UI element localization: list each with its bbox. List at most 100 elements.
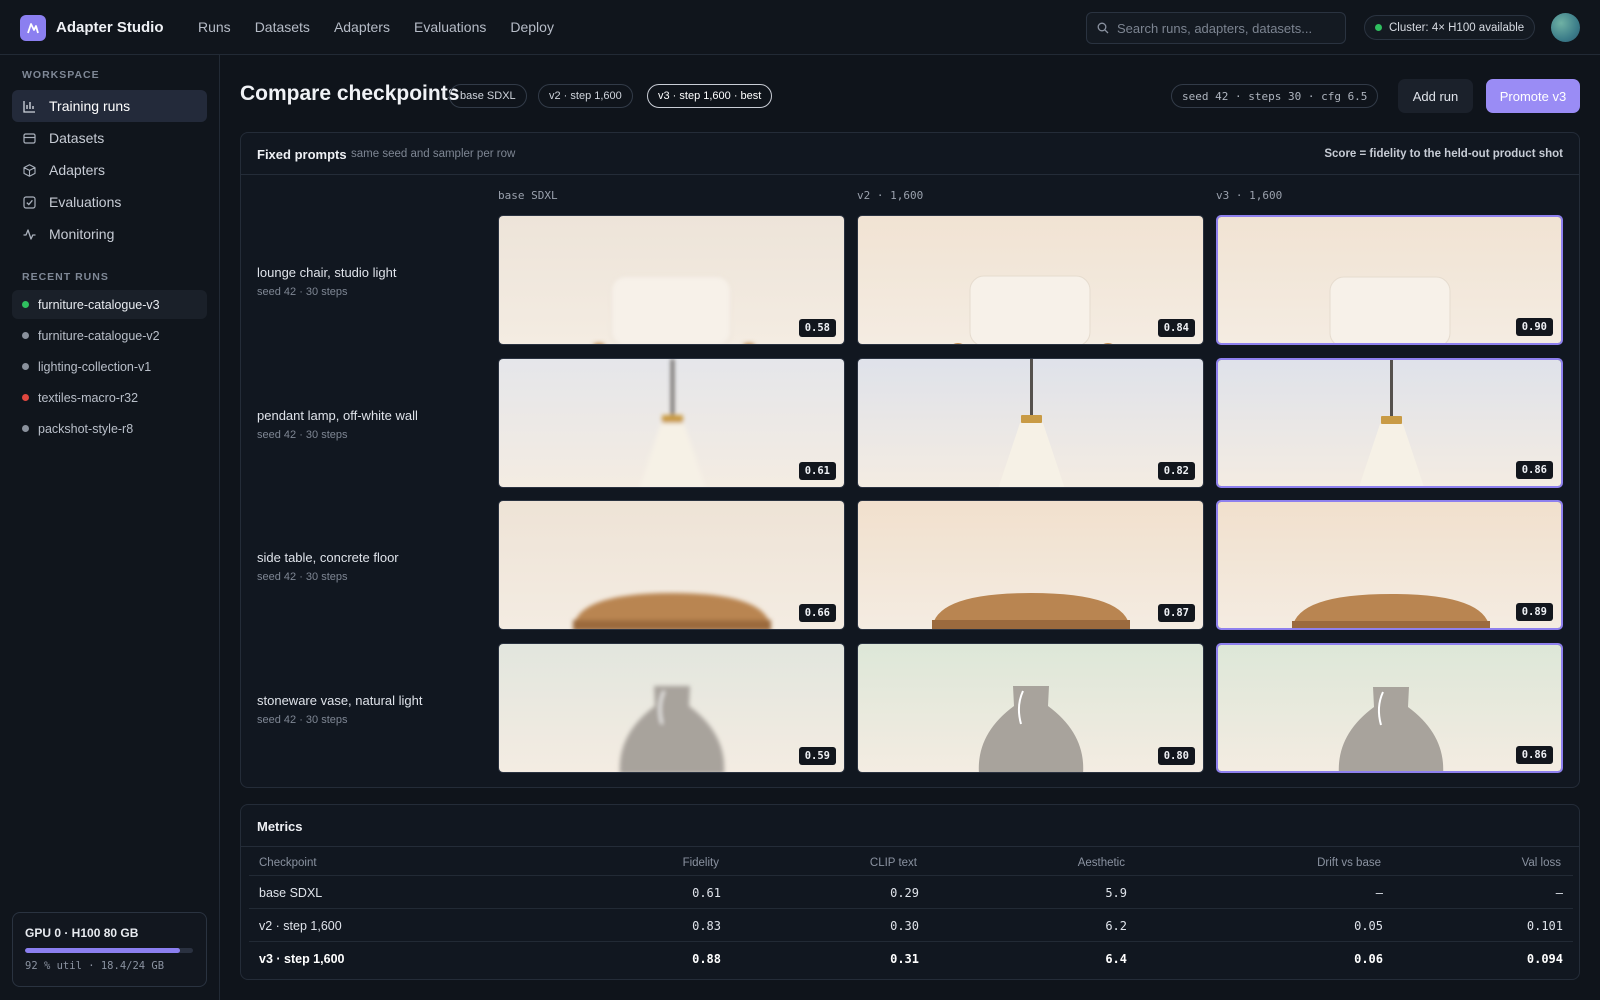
gpu-utilization-fill <box>25 948 180 953</box>
pulse-icon <box>23 228 36 240</box>
fidelity-score-badge: 0.80 <box>1157 747 1195 765</box>
recent-runs-label: RECENT RUNS <box>22 271 109 283</box>
column-header: base SDXL <box>498 189 558 202</box>
sidebar-item-label: Monitoring <box>49 226 115 242</box>
sidebar-item-datasets[interactable]: Datasets <box>12 122 207 154</box>
recent-run-item[interactable]: lighting-collection-v1 <box>12 352 207 381</box>
metrics-cell: 0.06 <box>1354 952 1383 966</box>
metrics-cell-checkpoint: v2 · step 1,600 <box>259 919 342 933</box>
metrics-header: Drift vs base <box>1317 857 1381 869</box>
run-status-dot <box>22 394 29 401</box>
checkbox-icon <box>23 195 36 209</box>
prompt-meta: seed 42 · 30 steps <box>257 429 348 441</box>
generated-image-tile[interactable]: 0.87 <box>857 500 1204 630</box>
metrics-row[interactable]: v3 · step 1,600 0.88 0.31 6.4 0.06 0.094 <box>249 941 1573 974</box>
generated-image-tile[interactable]: 0.90 <box>1216 215 1563 345</box>
metrics-cell: — <box>1555 886 1563 900</box>
promote-button[interactable]: Promote v3 <box>1486 79 1580 113</box>
nav-adapters[interactable]: Adapters <box>334 19 390 35</box>
fidelity-score-badge: 0.86 <box>1515 461 1553 479</box>
generated-image-tile[interactable]: 0.86 <box>1216 643 1563 773</box>
fidelity-score-badge: 0.86 <box>1515 746 1553 764</box>
metrics-cell-checkpoint: v3 · step 1,600 <box>259 952 345 966</box>
fidelity-score-badge: 0.87 <box>1157 604 1195 622</box>
prompt-row-label: side table, concrete floor seed 42 · 30 s… <box>257 550 399 583</box>
generated-image-tile[interactable]: 0.86 <box>1216 358 1563 488</box>
search-box[interactable] <box>1086 12 1346 44</box>
sidebar-item-adapters[interactable]: Adapters <box>12 154 207 186</box>
metrics-header: CLIP text <box>869 857 917 869</box>
top-bar: Adapter Studio Runs Datasets Adapters Ev… <box>0 0 1600 55</box>
metrics-row[interactable]: base SDXL 0.61 0.29 5.9 — — <box>249 875 1573 908</box>
recent-run-item[interactable]: textiles-macro-r32 <box>12 383 207 412</box>
metrics-header: Aesthetic <box>1077 857 1125 869</box>
generated-image-tile[interactable]: 0.80 <box>857 643 1204 773</box>
prompts-panel-subtitle: same seed and sampler per row <box>351 148 516 160</box>
generated-image-tile[interactable]: 0.58 <box>498 215 845 345</box>
generated-image-tile[interactable]: 0.61 <box>498 358 845 488</box>
app-logo[interactable] <box>20 15 46 41</box>
metrics-header: Fidelity <box>682 857 719 869</box>
recent-run-item[interactable]: furniture-catalogue-v3 <box>12 290 207 319</box>
search-input[interactable] <box>1117 20 1337 36</box>
run-status-dot <box>22 425 29 432</box>
metrics-row[interactable]: v2 · step 1,600 0.83 0.30 6.2 0.05 0.101 <box>249 908 1573 941</box>
sidebar-item-training-runs[interactable]: Training runs <box>12 90 207 122</box>
app-title: Adapter Studio <box>56 19 164 36</box>
metrics-cell: 0.31 <box>890 952 919 966</box>
seed-info: seed 42 · steps 30 · cfg 6.5 <box>1171 84 1379 108</box>
metrics-title: Metrics <box>257 819 303 834</box>
generated-image-tile[interactable]: 0.59 <box>498 643 845 773</box>
workspace-label: WORKSPACE <box>22 69 100 81</box>
generated-image-tile[interactable]: 0.66 <box>498 500 845 630</box>
prompt-row-label: lounge chair, studio light seed 42 · 30 s… <box>257 265 396 298</box>
run-status-dot <box>22 301 29 308</box>
generated-image-tile[interactable]: 0.82 <box>857 358 1204 488</box>
checkpoint-chip-v2[interactable]: v2 · step 1,600 <box>538 84 633 108</box>
nav-datasets[interactable]: Datasets <box>255 19 310 35</box>
prompt-meta: seed 42 · 30 steps <box>257 714 348 726</box>
sidebar-item-label: Adapters <box>49 162 106 178</box>
gpu-utilization-bar <box>25 948 193 953</box>
nav-runs[interactable]: Runs <box>198 19 231 35</box>
fidelity-score-badge: 0.58 <box>798 319 836 337</box>
gpu-subtitle: 92 % util · 18.4/24 GB <box>25 960 165 972</box>
generated-image-tile[interactable]: 0.89 <box>1216 500 1563 630</box>
cluster-status[interactable]: Cluster: 4× H100 available <box>1364 15 1536 40</box>
logo-icon <box>27 23 39 34</box>
user-avatar[interactable] <box>1551 13 1580 42</box>
metrics-cell: — <box>1375 886 1383 900</box>
sidebar-item-evaluations[interactable]: Evaluations <box>12 186 207 218</box>
prompts-panel-title: Fixed prompts <box>257 147 347 162</box>
nav-evaluations[interactable]: Evaluations <box>414 19 486 35</box>
add-run-button[interactable]: Add run <box>1398 79 1473 113</box>
recent-run-item[interactable]: furniture-catalogue-v2 <box>12 321 207 350</box>
cube-icon <box>23 163 36 177</box>
metrics-cell: 6.4 <box>1105 952 1127 966</box>
metrics-cell: 0.83 <box>692 919 721 933</box>
metrics-cell: 0.05 <box>1354 919 1383 933</box>
checkpoint-chip-v3[interactable]: v3 · step 1,600 · best <box>647 84 773 108</box>
metrics-cell: 0.101 <box>1526 919 1563 933</box>
recent-run-label: furniture-catalogue-v3 <box>38 297 160 312</box>
fidelity-score-badge: 0.90 <box>1515 318 1553 336</box>
recent-run-label: furniture-catalogue-v2 <box>38 328 160 343</box>
metrics-panel: Metrics Checkpoint Fidelity CLIP text Ae… <box>240 804 1580 980</box>
metrics-cell: 0.61 <box>692 886 721 900</box>
recent-run-label: lighting-collection-v1 <box>38 359 152 374</box>
gpu-status-card: GPU 0 · H100 80 GB 92 % util · 18.4/24 G… <box>12 912 207 987</box>
sidebar-item-monitoring[interactable]: Monitoring <box>12 218 207 250</box>
cluster-status-dot <box>1375 24 1382 31</box>
column-header: v3 · 1,600 <box>1216 189 1283 202</box>
sidebar-item-label: Datasets <box>49 130 105 146</box>
checkpoint-chip-base[interactable]: base SDXL <box>449 84 527 108</box>
recent-run-item[interactable]: packshot-style-r8 <box>12 414 207 443</box>
nav-deploy[interactable]: Deploy <box>510 19 554 35</box>
prompt-row-label: stoneware vase, natural light seed 42 · 3… <box>257 693 422 726</box>
prompt-meta: seed 42 · 30 steps <box>257 571 348 583</box>
generated-image-tile[interactable]: 0.84 <box>857 215 1204 345</box>
bar-chart-icon <box>23 100 35 113</box>
search-icon <box>1097 22 1109 34</box>
recent-run-label: packshot-style-r8 <box>38 421 134 436</box>
fidelity-score-badge: 0.82 <box>1157 462 1195 480</box>
